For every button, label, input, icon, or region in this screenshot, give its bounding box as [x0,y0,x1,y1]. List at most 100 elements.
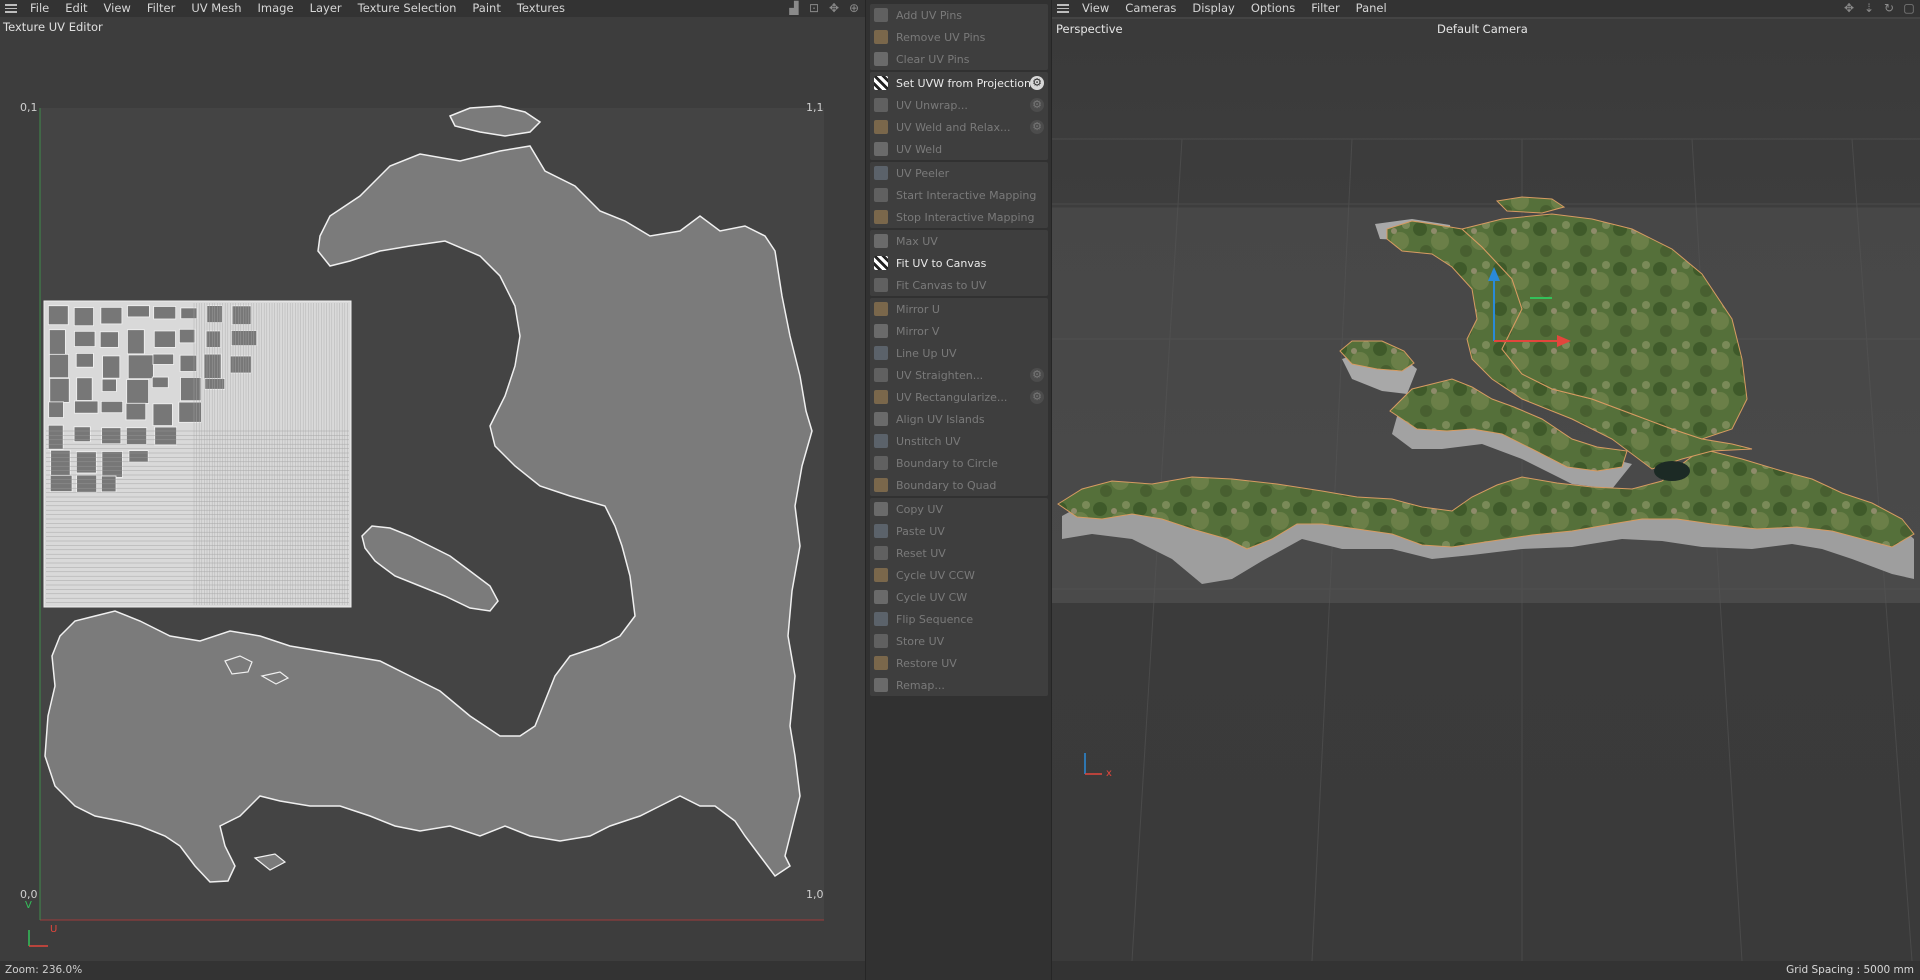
cmd-stop-interactive-mapping[interactable]: Stop Interactive Mapping [870,206,1048,228]
uv-chart-island [47,305,69,326]
zoom-icon[interactable]: ⊕ [847,1,861,15]
maximize-icon[interactable]: ▢ [1902,1,1916,15]
dolly-icon[interactable]: ⇣ [1862,1,1876,15]
move-icon[interactable]: ✥ [1842,1,1856,15]
cmd-boundary-to-circle[interactable]: Boundary to Circle [870,452,1048,474]
histogram-icon[interactable]: ▟ [787,1,801,15]
cmd-max-uv[interactable]: Max UV [870,230,1048,252]
cmd-fit-canvas-to-uv[interactable]: Fit Canvas to UV [870,274,1048,296]
cmd-cycle-uv-ccw[interactable]: Cycle UV CCW [870,564,1048,586]
uv-chart-island [47,424,64,450]
cmd-remap[interactable]: Remap... [870,674,1048,696]
cmd-mirror-v[interactable]: Mirror V [870,320,1048,342]
cmd-uv-peeler[interactable]: UV Peeler [870,162,1048,184]
uv-chart-island [127,354,154,380]
vp-menu-options[interactable]: Options [1243,0,1303,17]
uv-chart-island [125,427,148,445]
command-label: UV Weld [896,142,943,156]
cmd-uv-unwrap[interactable]: UV Unwrap... ⚙ [870,94,1048,116]
gear-icon[interactable]: ⚙ [1030,368,1044,382]
viewport-menubar: View Cameras Display Options Filter Pane… [1052,0,1920,17]
vp-menu-view[interactable]: View [1074,0,1117,17]
lock-icon[interactable]: ⊡ [807,1,821,15]
hamburger-icon[interactable] [0,0,22,17]
menu-uv-mesh[interactable]: UV Mesh [183,0,249,17]
command-icon [874,368,888,382]
cmd-uv-rectangularize[interactable]: UV Rectangularize... ⚙ [870,386,1048,408]
command-icon [874,612,888,626]
menu-view[interactable]: View [96,0,139,17]
cmd-copy-uv[interactable]: Copy UV [870,498,1048,520]
cmd-mirror-u[interactable]: Mirror U [870,298,1048,320]
menu-filter[interactable]: Filter [139,0,183,17]
viewport-svg[interactable] [1052,19,1920,962]
cmd-cycle-uv-cw[interactable]: Cycle UV CW [870,586,1048,608]
cmd-reset-uv[interactable]: Reset UV [870,542,1048,564]
cmd-clear-uv-pins[interactable]: Clear UV Pins [870,48,1048,70]
cmd-start-interactive-mapping[interactable]: Start Interactive Mapping [870,184,1048,206]
cmd-restore-uv[interactable]: Restore UV [870,652,1048,674]
uv-canvas[interactable]: 0,1 1,1 0,0 1,0 V U [0,36,866,961]
menu-paint[interactable]: Paint [464,0,508,17]
vp-menu-display[interactable]: Display [1184,0,1242,17]
cmd-uv-straighten[interactable]: UV Straighten... ⚙ [870,364,1048,386]
uv-chart-island [180,307,198,320]
hamburger-icon[interactable] [1052,0,1074,17]
cmd-boundary-to-quad[interactable]: Boundary to Quad [870,474,1048,496]
command-label: Fit Canvas to UV [896,278,987,292]
menu-file[interactable]: File [22,0,57,17]
gear-icon[interactable]: ⚙ [1030,76,1044,90]
menu-image[interactable]: Image [250,0,302,17]
uv-editor-title: Texture UV Editor [3,20,103,34]
cmd-align-uv-islands[interactable]: Align UV Islands [870,408,1048,430]
cmd-store-uv[interactable]: Store UV [870,630,1048,652]
viewport-canvas[interactable]: Perspective Default Camera x [1052,19,1920,962]
rotate-icon[interactable]: ↻ [1882,1,1896,15]
menu-layer[interactable]: Layer [302,0,350,17]
viewport-camera-label[interactable]: Default Camera [1437,22,1528,36]
command-icon [874,210,888,224]
menu-textures[interactable]: Textures [509,0,573,17]
uv-chart-island [152,403,173,427]
uv-axis-u-label: U [50,924,58,935]
cmd-flip-sequence[interactable]: Flip Sequence [870,608,1048,630]
vp-menu-cameras[interactable]: Cameras [1117,0,1184,17]
command-label: Remove UV Pins [896,30,986,44]
cmd-remove-uv-pins[interactable]: Remove UV Pins [870,26,1048,48]
cmd-unstitch-uv[interactable]: Unstitch UV [870,430,1048,452]
command-icon [874,98,888,112]
uv-chart-island [73,426,91,443]
uv-chart-island [153,330,176,348]
cmd-uv-weld-and-relax[interactable]: UV Weld and Relax... ⚙ [870,116,1048,138]
cmd-group-clipboard: Copy UV Paste UV Reset UV Cycle UV CCW Cycle… [870,498,1048,696]
command-label: Paste UV [896,524,945,538]
command-icon [874,678,888,692]
lake-shape [1654,461,1690,481]
uv-chart-island [100,400,124,414]
uv-packed-chart [43,300,352,608]
uv-canvas-svg[interactable] [0,36,866,961]
command-icon [874,324,888,338]
menu-texture-selection[interactable]: Texture Selection [350,0,465,17]
uv-chart-island [127,329,145,355]
cmd-uv-weld[interactable]: UV Weld [870,138,1048,160]
cmd-paste-uv[interactable]: Paste UV [870,520,1048,542]
move-icon[interactable]: ✥ [827,1,841,15]
viewport-projection-label[interactable]: Perspective [1056,22,1123,36]
gear-icon[interactable]: ⚙ [1030,390,1044,404]
cmd-set-uvw-from-projection[interactable]: Set UVW from Projection... ⚙ [870,72,1048,94]
vp-menu-panel[interactable]: Panel [1348,0,1395,17]
command-label: UV Peeler [896,166,950,180]
command-icon [874,166,888,180]
uv-chart-island [153,306,177,320]
cmd-line-up-uv[interactable]: Line Up UV [870,342,1048,364]
vp-menu-filter[interactable]: Filter [1303,0,1347,17]
menu-edit[interactable]: Edit [57,0,95,17]
cmd-fit-uv-to-canvas[interactable]: Fit UV to Canvas [870,252,1048,274]
cmd-add-uv-pins[interactable]: Add UV Pins [870,4,1048,26]
command-label: Set UVW from Projection... [896,76,1042,90]
gear-icon[interactable]: ⚙ [1030,120,1044,134]
command-label: Max UV [896,234,938,248]
command-icon [874,346,888,360]
gear-icon[interactable]: ⚙ [1030,98,1044,112]
